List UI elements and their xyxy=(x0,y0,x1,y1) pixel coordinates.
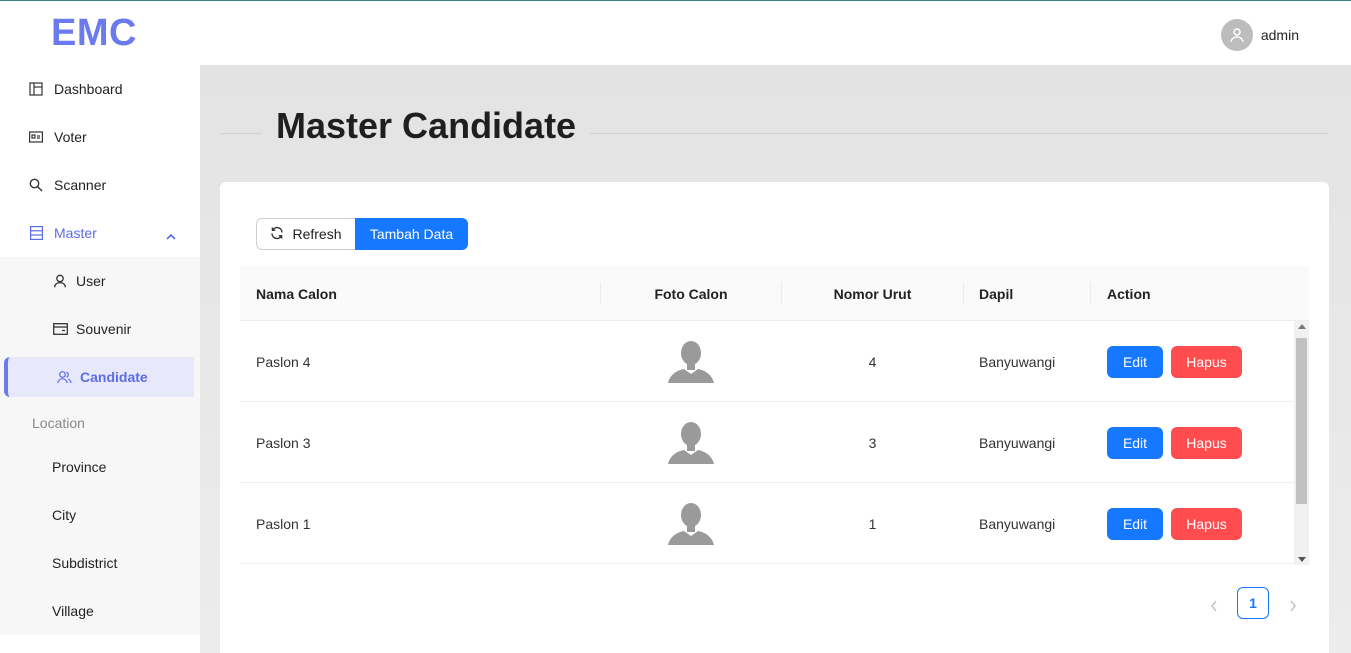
sidebar-item-voter[interactable]: Voter xyxy=(0,113,200,161)
column-divider xyxy=(963,282,964,304)
person-placeholder-icon xyxy=(668,340,714,383)
column-header[interactable]: Foto Calon xyxy=(601,266,781,321)
column-divider xyxy=(1090,282,1091,304)
app-header: EMC admin xyxy=(0,1,1351,65)
sidebar-item-label: Souvenir xyxy=(76,321,132,337)
sidebar-item-user[interactable]: User xyxy=(0,261,200,301)
column-header[interactable]: Nomor Urut xyxy=(782,266,963,321)
candidate-name: Paslon 4 xyxy=(256,353,311,370)
database-icon xyxy=(28,225,44,241)
sidebar-item-label: User xyxy=(76,273,106,289)
person-placeholder-icon xyxy=(668,421,714,464)
row-actions: Edit Hapus xyxy=(1107,483,1242,564)
chevron-up-icon xyxy=(166,227,176,243)
column-header[interactable]: Dapil xyxy=(979,266,1013,321)
team-icon xyxy=(56,369,72,385)
sidebar-item-province[interactable]: Province xyxy=(0,447,200,487)
delete-button[interactable]: Hapus xyxy=(1171,426,1242,459)
candidate-number: 3 xyxy=(868,434,877,451)
sidebar: Dashboard Voter Scanner Master User Souv… xyxy=(0,65,200,653)
chevron-left-icon xyxy=(1211,600,1217,612)
table-scrollbar[interactable] xyxy=(1294,321,1309,565)
user-name[interactable]: admin xyxy=(1261,27,1299,43)
candidate-name: Paslon 1 xyxy=(256,515,311,532)
user-menu[interactable]: admin xyxy=(1220,19,1299,51)
sidebar-item-label: Voter xyxy=(54,129,87,145)
edit-button[interactable]: Edit xyxy=(1107,426,1163,459)
add-data-button[interactable]: Tambah Data xyxy=(355,218,468,250)
sidebar-item-scanner[interactable]: Scanner xyxy=(0,161,200,209)
user-icon xyxy=(52,273,68,289)
scroll-up-arrow-icon[interactable] xyxy=(1298,324,1306,329)
wallet-icon xyxy=(52,321,68,337)
delete-button[interactable]: Hapus xyxy=(1171,345,1242,378)
candidate-photo xyxy=(601,483,781,564)
master-submenu: User Souvenir Candidate Location Provinc… xyxy=(0,257,200,635)
pagination-page[interactable]: 1 xyxy=(1237,587,1269,619)
search-icon xyxy=(28,177,44,193)
row-actions: Edit Hapus xyxy=(1107,321,1242,402)
user-avatar-icon[interactable] xyxy=(1220,19,1253,51)
sidebar-item-village[interactable]: Village xyxy=(0,591,200,631)
pagination-prev-button[interactable] xyxy=(1204,596,1224,616)
scroll-down-arrow-icon[interactable] xyxy=(1298,557,1306,562)
sidebar-item-souvenir[interactable]: Souvenir xyxy=(0,309,200,349)
person-placeholder-icon xyxy=(668,502,714,545)
id-card-icon xyxy=(28,129,44,145)
table-row: Paslon 3 3 Banyuwangi Edit Hapus xyxy=(240,402,1294,483)
sidebar-item-label: Candidate xyxy=(80,369,148,385)
page-title: Master Candidate xyxy=(262,105,591,147)
pagination-next-button[interactable] xyxy=(1283,596,1303,616)
row-actions: Edit Hapus xyxy=(1107,402,1242,483)
table-row: Paslon 4 4 Banyuwangi Edit Hapus xyxy=(240,321,1294,402)
table-header: Nama Calon Foto Calon Nomor Urut Dapil A… xyxy=(240,266,1309,321)
main-content: Master Candidate Refresh Tambah Data Nam… xyxy=(200,65,1351,653)
table-body[interactable]: Paslon 4 4 Banyuwangi Edit Hapus Paslon … xyxy=(240,321,1294,565)
layout-icon xyxy=(28,81,44,97)
sidebar-item-candidate[interactable]: Candidate xyxy=(4,357,194,397)
refresh-button[interactable]: Refresh xyxy=(256,218,356,250)
edit-button[interactable]: Edit xyxy=(1107,507,1163,540)
refresh-icon xyxy=(270,226,284,243)
refresh-label: Refresh xyxy=(292,226,342,242)
sidebar-item-subdistrict[interactable]: Subdistrict xyxy=(0,543,200,583)
column-header[interactable]: Action xyxy=(1107,266,1151,321)
edit-button[interactable]: Edit xyxy=(1107,345,1163,378)
candidate-number: 4 xyxy=(868,353,877,370)
candidate-photo xyxy=(601,402,781,483)
sidebar-item-master[interactable]: Master xyxy=(0,209,200,257)
candidate-photo xyxy=(601,321,781,402)
chevron-right-icon xyxy=(1290,600,1296,612)
candidate-dapil: Banyuwangi xyxy=(979,515,1056,532)
table-row: Paslon 1 1 Banyuwangi Edit Hapus xyxy=(240,483,1294,564)
candidate-name: Paslon 3 xyxy=(256,434,311,451)
app-logo[interactable]: EMC xyxy=(51,12,137,55)
candidate-dapil: Banyuwangi xyxy=(979,434,1056,451)
sidebar-item-label: Master xyxy=(54,225,97,241)
candidate-dapil: Banyuwangi xyxy=(979,353,1056,370)
candidate-card: Refresh Tambah Data Nama Calon Foto Calo… xyxy=(220,182,1329,653)
sidebar-item-city[interactable]: City xyxy=(0,495,200,535)
candidate-number: 1 xyxy=(868,515,877,532)
sidebar-item-dashboard[interactable]: Dashboard xyxy=(0,65,200,113)
sidebar-item-label: Dashboard xyxy=(54,81,123,97)
column-header[interactable]: Nama Calon xyxy=(256,266,337,321)
sidebar-item-label: Scanner xyxy=(54,177,107,193)
scrollbar-thumb[interactable] xyxy=(1296,338,1307,504)
location-group-label: Location xyxy=(32,415,85,431)
delete-button[interactable]: Hapus xyxy=(1171,507,1242,540)
